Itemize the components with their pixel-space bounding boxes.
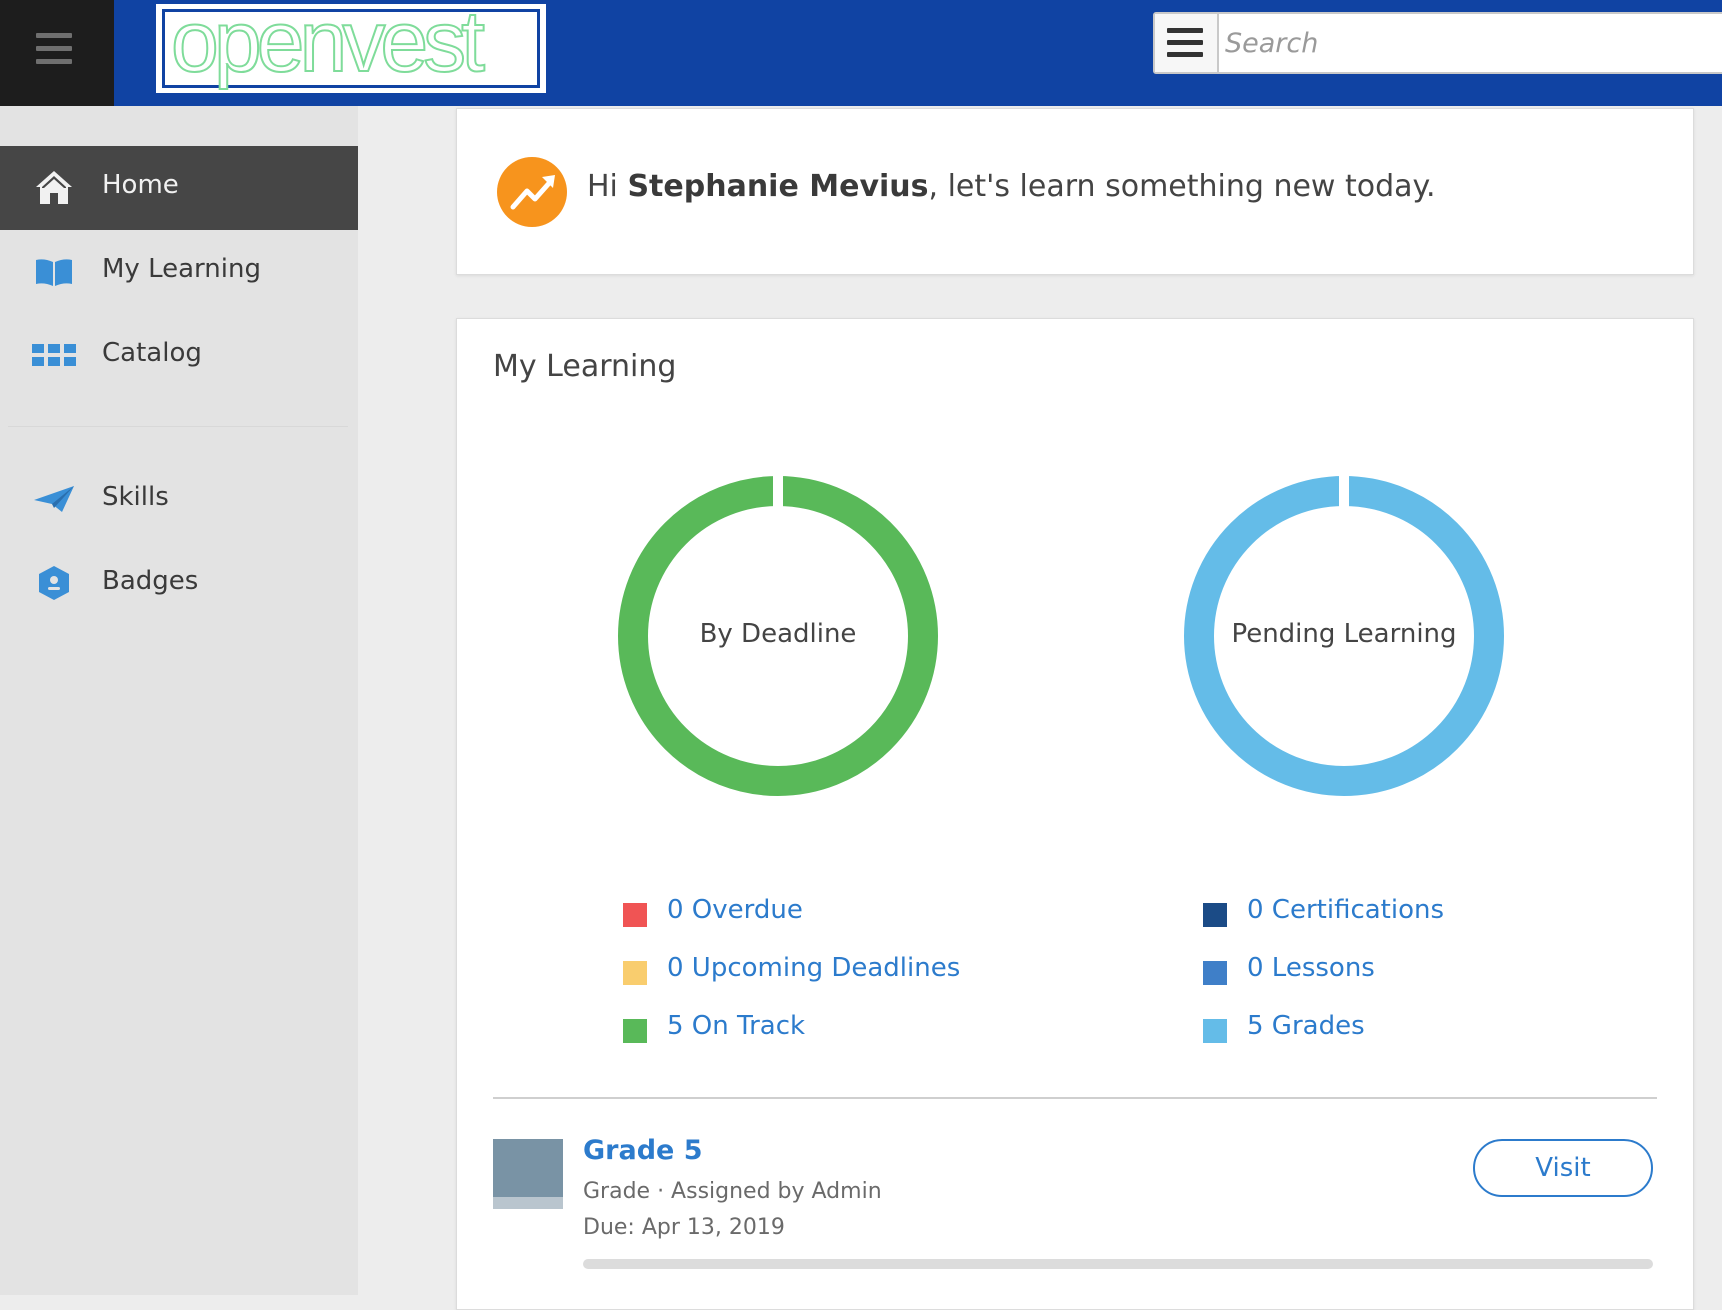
sidebar-item-label: Badges (102, 566, 199, 596)
search-bar (1153, 12, 1722, 74)
learning-item-due-date: Due: Apr 13, 2019 (583, 1215, 785, 1240)
upcoming-swatch (623, 961, 647, 985)
grade-thumbnail[interactable] (493, 1139, 563, 1209)
badge-icon (39, 566, 69, 600)
donut-label: By Deadline (699, 619, 857, 649)
home-icon (36, 171, 72, 204)
pending-learning-donut[interactable]: Pending Learning (1179, 471, 1509, 801)
lessons-swatch (1203, 961, 1227, 985)
card-divider (493, 1097, 1657, 1099)
welcome-card: Hi Stephanie Mevius, let's learn somethi… (456, 108, 1694, 275)
sidebar-item-label: Home (102, 170, 179, 200)
legend-label[interactable]: 5 On Track (667, 1011, 805, 1041)
openvest-logo[interactable]: openvest (156, 0, 546, 93)
grades-swatch (1203, 1019, 1227, 1043)
by-deadline-donut[interactable]: By Deadline (613, 471, 943, 801)
sidebar-item-my-learning[interactable]: My Learning (0, 230, 358, 314)
legend-label[interactable]: 0 Certifications (1247, 895, 1444, 925)
search-menu-button[interactable] (1155, 14, 1219, 72)
sidebar-item-skills[interactable]: Skills (0, 458, 358, 542)
grid-icon (32, 344, 76, 366)
certifications-swatch (1203, 903, 1227, 927)
legend-label[interactable]: 0 Overdue (667, 895, 803, 925)
greeting-suffix: , let's learn something new today. (928, 169, 1436, 204)
learning-item-title[interactable]: Grade 5 (583, 1135, 703, 1166)
sidebar-item-catalog[interactable]: Catalog (0, 314, 358, 398)
on-track-swatch (623, 1019, 647, 1043)
learning-item-progress (583, 1259, 1653, 1269)
search-input[interactable] (1223, 20, 1722, 66)
legend-label[interactable]: 0 Lessons (1247, 953, 1375, 983)
sidebar-item-label: My Learning (102, 254, 261, 284)
book-icon (36, 259, 72, 286)
logo-frame: openvest (162, 0, 540, 88)
sidebar-item-badges[interactable]: Badges (0, 542, 358, 626)
sidebar-item-label: Skills (102, 482, 169, 512)
legend-label[interactable]: 5 Grades (1247, 1011, 1365, 1041)
overdue-swatch (623, 903, 647, 927)
my-learning-card: My Learning By Deadline Pending Learning… (456, 318, 1694, 1310)
donut-label: Pending Learning (1231, 619, 1457, 649)
hamburger-icon (36, 33, 72, 65)
card-title: My Learning (493, 349, 677, 384)
top-bar: openvest (0, 0, 1722, 106)
paper-plane-icon (34, 486, 74, 512)
sidebar-item-label: Catalog (102, 338, 202, 368)
trending-up-icon (497, 157, 567, 227)
user-name: Stephanie Mevius (627, 169, 929, 204)
legend-label[interactable]: 0 Upcoming Deadlines (667, 953, 960, 983)
sidebar: Home My Learning Catalog Skills Badges (0, 106, 358, 1295)
welcome-greeting: Hi Stephanie Mevius, let's learn somethi… (587, 169, 1436, 204)
logo-wordmark: openvest (170, 0, 486, 90)
sidebar-item-home[interactable]: Home (0, 146, 358, 230)
visit-button[interactable]: Visit (1473, 1139, 1653, 1197)
menu-toggle-button[interactable] (0, 0, 114, 106)
greeting-prefix: Hi (587, 169, 618, 204)
learning-item-meta: Grade · Assigned by Admin (583, 1179, 882, 1204)
sidebar-divider (8, 426, 348, 427)
